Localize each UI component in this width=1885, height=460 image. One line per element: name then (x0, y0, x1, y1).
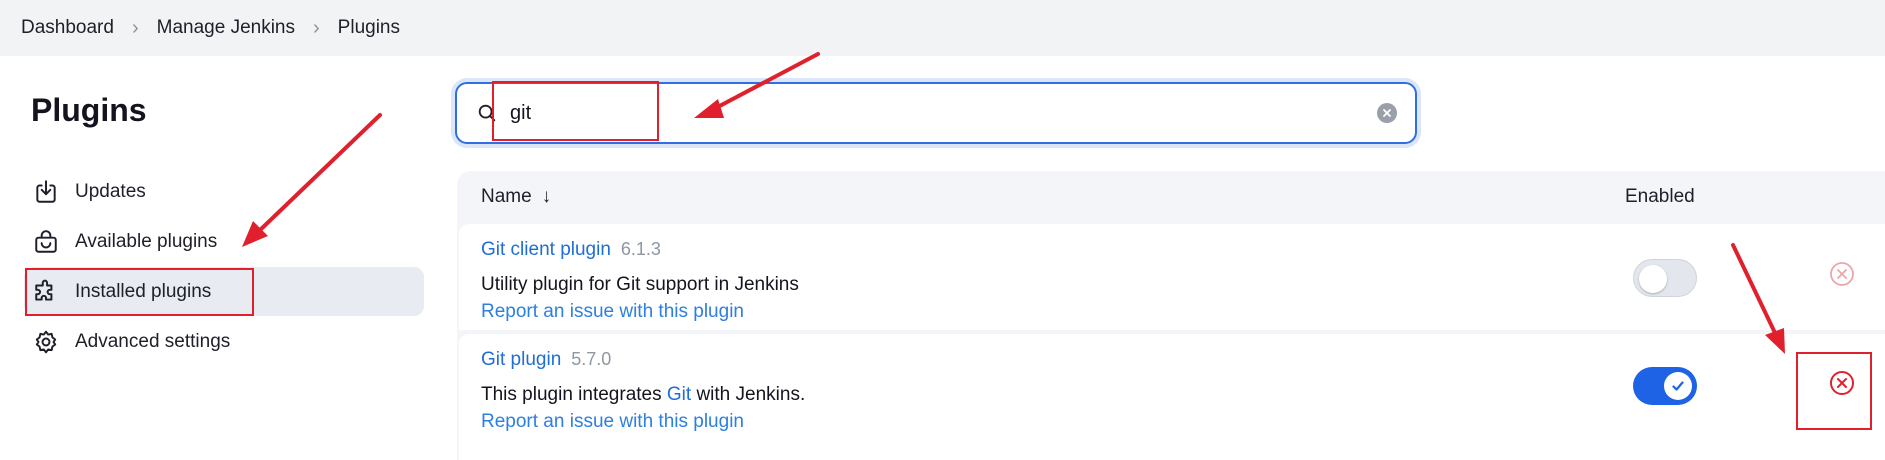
breadcrumb-manage-jenkins[interactable]: Manage Jenkins (157, 17, 295, 39)
enabled-toggle[interactable] (1633, 367, 1697, 405)
report-issue-link[interactable]: Report an issue with this plugin (481, 411, 744, 433)
table-header: Name ↓ Enabled (457, 171, 1885, 224)
description-text: with Jenkins. (691, 384, 806, 405)
plugin-name-link[interactable]: Git client plugin (481, 239, 611, 260)
page-title: Plugins (31, 92, 147, 128)
gear-icon (32, 328, 60, 356)
description-text: This plugin integrates (481, 384, 667, 405)
table-row: Git plugin 5.7.0 This plugin integrates G… (459, 334, 1885, 460)
plugin-description: Utility plugin for Git support in Jenkin… (481, 274, 799, 295)
column-header-enabled[interactable]: Enabled (1625, 186, 1695, 208)
clear-search-icon[interactable] (1377, 103, 1397, 123)
jenkins-plugins-page: Dashboard › Manage Jenkins › Plugins Plu… (0, 0, 1885, 460)
annotation-box-search (492, 81, 659, 141)
shopping-bag-icon (32, 228, 60, 256)
download-icon (32, 178, 60, 206)
sidebar-item-advanced-settings[interactable]: Advanced settings (24, 317, 424, 366)
plugin-name-cell: Git client plugin 6.1.3 (481, 239, 661, 261)
report-issue-link[interactable]: Report an issue with this plugin (481, 301, 744, 323)
plugin-version: 5.7.0 (571, 349, 612, 369)
breadcrumb: Dashboard › Manage Jenkins › Plugins (0, 0, 1885, 56)
uninstall-icon[interactable] (1829, 261, 1855, 287)
column-header-name[interactable]: Name ↓ (481, 186, 551, 208)
plugin-name-link[interactable]: Git plugin (481, 349, 561, 370)
git-link[interactable]: Git (667, 384, 691, 405)
table-row: Git client plugin 6.1.3 Utility plugin fo… (459, 224, 1885, 330)
sidebar-item-label: Available plugins (75, 230, 218, 252)
annotation-box-uninstall (1796, 352, 1872, 430)
plugin-version: 6.1.3 (620, 239, 661, 259)
checkmark-icon (1672, 381, 1684, 391)
plugins-table: Name ↓ Enabled Git client plugin 6.1.3 Ut… (457, 171, 1885, 460)
toggle-knob (1639, 265, 1667, 293)
enabled-toggle[interactable] (1633, 259, 1697, 297)
plugin-description: This plugin integrates Git with Jenkins. (481, 384, 805, 406)
sidebar-item-label: Updates (75, 180, 146, 202)
toggle-knob (1664, 372, 1692, 400)
sidebar-item-label: Advanced settings (75, 330, 231, 352)
plugin-name-cell: Git plugin 5.7.0 (481, 349, 611, 371)
sort-arrow-icon: ↓ (541, 186, 552, 207)
annotation-box-installed-plugins (25, 268, 254, 316)
sidebar-item-available-plugins[interactable]: Available plugins (24, 217, 424, 266)
chevron-right-icon: › (131, 16, 139, 39)
breadcrumb-plugins[interactable]: Plugins (338, 17, 400, 39)
column-header-name-label: Name (481, 186, 532, 207)
sidebar-item-updates[interactable]: Updates (24, 167, 424, 216)
chevron-right-icon: › (313, 16, 320, 39)
breadcrumb-dashboard[interactable]: Dashboard (21, 17, 114, 39)
